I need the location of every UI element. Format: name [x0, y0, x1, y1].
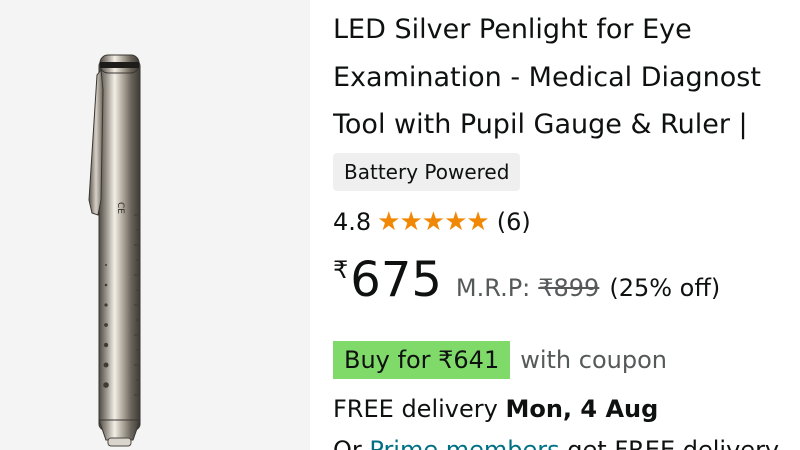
product-title-line[interactable]: Examination - Medical Diagnost: [333, 54, 761, 102]
product-image-panel[interactable]: CE: [0, 0, 310, 450]
price-row: ₹ 675 M.R.P: ₹899 (25% off): [333, 252, 720, 312]
prime-prefix: Or: [333, 436, 370, 450]
delivery-date: Mon, 4 Aug: [505, 395, 659, 423]
delivery-prefix: FREE delivery: [333, 395, 506, 423]
feature-badge: Battery Powered: [333, 153, 521, 191]
product-title-line[interactable]: Tool with Pupil Gauge & Ruler |: [333, 101, 761, 149]
mrp-value: ₹899: [538, 274, 600, 302]
star-rating[interactable]: ★ ★ ★ ★ ★: [377, 207, 490, 237]
prime-delivery-info: Or Prime members get FREE delivery: [333, 432, 779, 450]
coupon-row: Buy for ₹641 with coupon: [333, 341, 667, 379]
star-icon: ★: [399, 207, 422, 237]
star-icon: ★: [466, 207, 489, 237]
price-value: 675: [350, 252, 442, 308]
penlight-image: CE: [88, 54, 141, 447]
product-title[interactable]: LED Silver Penlight for Eye Examination …: [333, 6, 761, 149]
svg-text:CE: CE: [115, 202, 125, 214]
prime-suffix: get FREE delivery: [559, 436, 780, 450]
rating-value: 4.8: [333, 208, 372, 236]
prime-members-link[interactable]: Prime members: [369, 436, 559, 450]
delivery-info: FREE delivery Mon, 4 Aug: [333, 391, 658, 427]
mrp-label: M.R.P:: [455, 274, 531, 302]
rating-row[interactable]: 4.8 ★ ★ ★ ★ ★ (6): [333, 204, 531, 240]
coupon-price-badge: Buy for ₹641: [333, 341, 511, 379]
star-icon: ★: [421, 207, 445, 237]
star-icon: ★: [377, 207, 400, 237]
rating-count-link[interactable]: (6): [497, 208, 531, 236]
coupon-text: with coupon: [520, 346, 667, 374]
currency-symbol: ₹: [333, 256, 349, 284]
product-details: LED Silver Penlight for Eye Examination …: [333, 0, 800, 450]
discount-percent: (25% off): [609, 274, 721, 302]
star-icon: ★: [444, 207, 467, 237]
product-title-line[interactable]: LED Silver Penlight for Eye: [333, 6, 761, 54]
